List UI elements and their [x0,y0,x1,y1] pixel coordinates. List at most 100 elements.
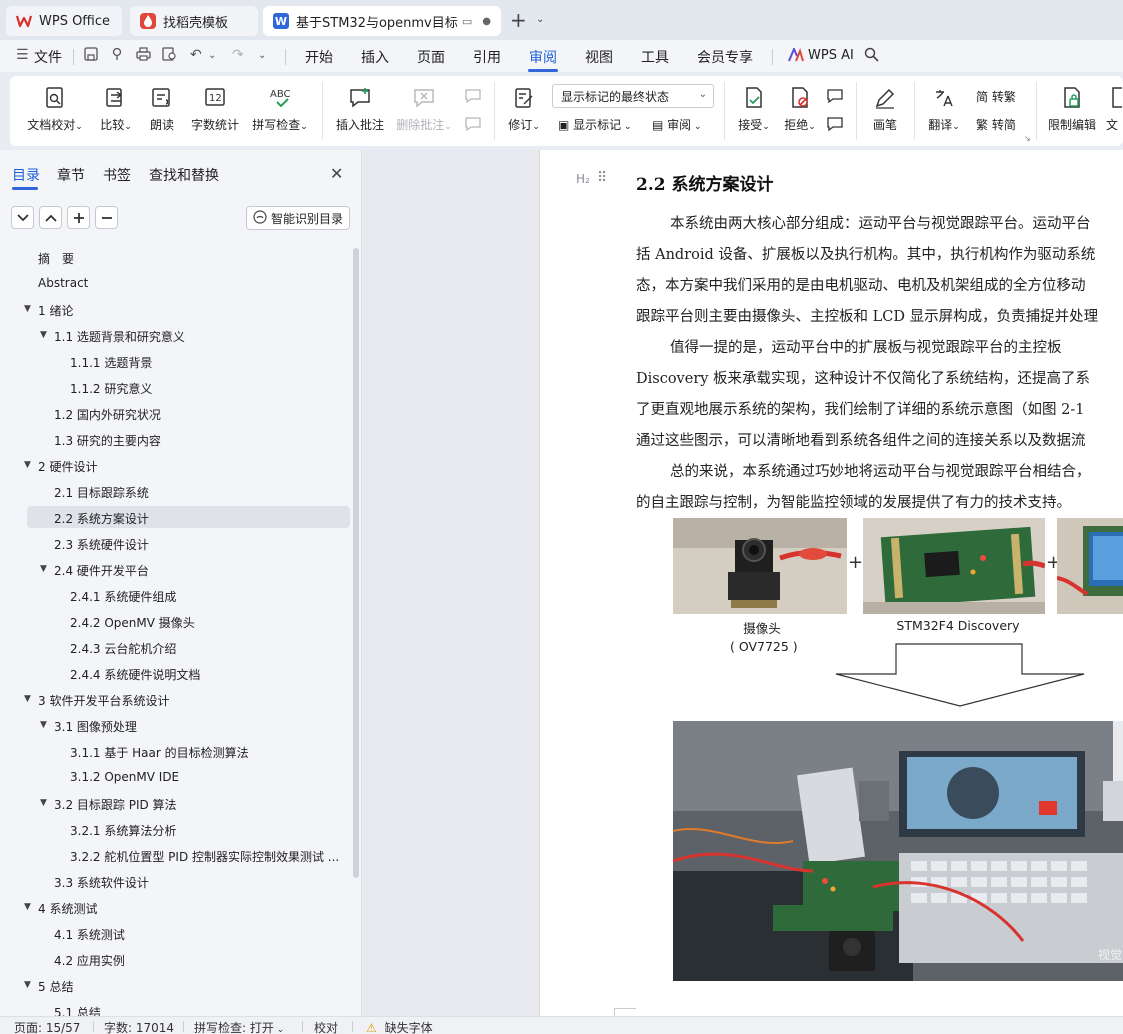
toc-item[interactable]: ▼ 3.1 图像预处理 [0,714,350,736]
toc-item[interactable]: 5.1 总结 [0,1000,350,1016]
prev-comment-icon[interactable] [464,88,482,107]
expand-arrow-icon[interactable]: ▼ [24,902,31,912]
expand-arrow-icon[interactable]: ▼ [40,720,47,730]
reject-button[interactable]: 拒绝⌄ [780,86,820,133]
delete-comment-button[interactable]: 删除批注⌄ [395,86,453,133]
revise-button[interactable]: 修订⌄ [504,86,544,133]
camera-photo[interactable] [673,518,847,614]
toc-item[interactable]: 3.2.2 舵机位置型 PID 控制器实际控制效果测试 ... [0,844,350,866]
toc-item[interactable]: 1.1.1 选题背景 [0,350,350,372]
assembled-system-photo[interactable]: 视觉 [673,721,1123,981]
read-aloud-button[interactable]: 朗读 [147,86,177,133]
menu-review[interactable]: 审阅 [529,47,557,67]
insert-comment-button[interactable]: 插入批注 [334,86,386,133]
launcher-icon[interactable]: ↘ [1024,134,1031,143]
unsaved-dot-icon[interactable]: ● [482,16,491,27]
tab-sections[interactable]: 章节 [57,165,85,185]
next-comment-icon[interactable] [464,116,482,135]
toc-item[interactable]: 1.3 研究的主要内容 [0,428,350,450]
menu-membership[interactable]: 会员专享 [697,47,753,67]
word-count-button[interactable]: 12 字数统计 [190,86,240,133]
menu-home[interactable]: 开始 [305,47,333,67]
heading-level-marker[interactable]: H₂ [576,172,590,186]
tab-toc[interactable]: 目录 [12,165,40,185]
smart-toc-button[interactable]: 智能识别目录 [246,206,350,230]
toc-item[interactable]: ▼ 4 系统测试 [0,896,350,918]
toc-item[interactable]: ▼ 1 绪论 [0,298,350,320]
toc-item[interactable]: 2.4.2 OpenMV 摄像头 [0,610,350,632]
menu-insert[interactable]: 插入 [361,47,389,67]
tab-find-replace[interactable]: 查找和替换 [149,165,219,185]
restrict-edit-button[interactable]: 限制编辑 [1046,86,1098,133]
redo-icon[interactable]: ↷ [232,47,244,63]
undo-icon[interactable]: ↶ [190,47,202,63]
doc-permissions-button[interactable]: 文 [1106,86,1122,133]
print-icon[interactable] [136,47,151,65]
menu-tools[interactable]: 工具 [641,47,669,67]
remove-heading-button[interactable] [95,206,118,229]
chevron-down-icon[interactable]: ⌄ [208,50,216,61]
lcd-screen-photo[interactable] [1057,518,1123,614]
toc-item[interactable]: 2.4.3 云台舵机介绍 [0,636,350,658]
to-simplified-button[interactable]: 繁 转简 [976,116,1016,133]
expand-arrow-icon[interactable]: ▼ [24,694,31,704]
expand-arrow-icon[interactable]: ▼ [40,330,47,340]
menu-view[interactable]: 视图 [585,47,613,67]
spell-check-status[interactable]: 拼写检查: 打开 ⌄ [194,1019,284,1034]
expand-arrow-icon[interactable]: ▼ [40,798,47,808]
proof-indicator[interactable]: 校对 [314,1019,338,1034]
toc-item[interactable]: ▼ 3.2 目标跟踪 PID 算法 [0,792,350,814]
expand-arrow-icon[interactable]: ▼ [40,564,47,574]
tab-bookmarks[interactable]: 书签 [103,165,131,185]
toc-item[interactable]: 2.2 系统方案设计 [27,506,350,528]
close-icon[interactable]: ✕ [330,164,343,183]
toc-item[interactable]: 2.4.4 系统硬件说明文档 [0,662,350,684]
page-indicator[interactable]: 页面: 15/57 [14,1019,80,1034]
toc-item[interactable]: 1.2 国内外研究状况 [0,402,350,424]
compare-button[interactable]: 比较⌄ [96,86,136,133]
translate-button[interactable]: 翻译⌄ [924,86,964,133]
doc-check-button[interactable]: 文档校对⌄ [27,86,83,133]
toc-item[interactable]: 1.1.2 研究意义 [0,376,350,398]
toc-item[interactable]: ▼ 5 总结 [0,974,350,996]
prev-change-icon[interactable] [826,88,844,107]
toc-item[interactable]: 2.1 目标跟踪系统 [0,480,350,502]
to-traditional-button[interactable]: 简 转繁 [976,88,1016,105]
next-change-icon[interactable] [826,116,844,135]
expand-arrow-icon[interactable]: ▼ [24,980,31,990]
review-pane-button[interactable]: ▤ 审阅 ⌄ [652,116,702,133]
accept-button[interactable]: 接受⌄ [734,86,774,133]
chevron-down-icon[interactable]: ⌄ [536,14,544,25]
toc-item[interactable]: 3.1.2 OpenMV IDE [0,766,350,788]
menu-file[interactable]: 文件 [34,47,62,67]
menu-wps-ai[interactable]: WPS AI [808,48,854,63]
toc-item[interactable]: 2.4.1 系统硬件组成 [0,584,350,606]
menu-references[interactable]: 引用 [473,47,501,67]
toc-item[interactable]: Abstract [0,272,350,294]
document-canvas[interactable]: H₂ ⠿ 2.2 系统方案设计 本系统由两大核心部分组成：运动平台与视觉跟踪平台… [363,150,1123,1016]
wps-ai-icon[interactable] [788,46,804,66]
toc-item[interactable]: 摘 要 [0,246,350,268]
share-icon[interactable] [110,47,124,65]
hamburger-icon[interactable]: ☰ [16,47,29,63]
word-count-indicator[interactable]: 字数: 17014 [104,1019,174,1034]
expand-arrow-icon[interactable]: ▼ [24,460,31,470]
toc-item[interactable]: 3.3 系统软件设计 [0,870,350,892]
tab-wps-office[interactable]: WPS Office [6,6,122,36]
add-heading-button[interactable] [67,206,90,229]
print-preview-icon[interactable] [162,47,177,65]
drag-handle-icon[interactable]: ⠿ [597,170,607,186]
tab-docer-templates[interactable]: 找稻壳模板 [130,6,258,36]
toc-item[interactable]: ▼ 1.1 选题背景和研究意义 [0,324,350,346]
chevron-down-icon[interactable]: ⌄ [258,50,266,61]
toc-item[interactable]: 2.3 系统硬件设计 [0,532,350,554]
pen-button[interactable]: 画笔 [868,86,902,133]
new-tab-button[interactable]: + [510,8,527,32]
markup-state-select[interactable]: 显示标记的最终状态 ⌄ [552,84,714,108]
missing-font-indicator[interactable]: ⚠ 缺失字体 [366,1019,433,1034]
spell-check-button[interactable]: ABC 拼写检查⌄ [250,86,310,133]
toc-item[interactable]: 4.2 应用实例 [0,948,350,970]
toc-scrollbar[interactable] [353,248,359,878]
show-markup-button[interactable]: ▣ 显示标记 ⌄ [558,116,632,133]
expand-arrow-icon[interactable]: ▼ [24,304,31,314]
